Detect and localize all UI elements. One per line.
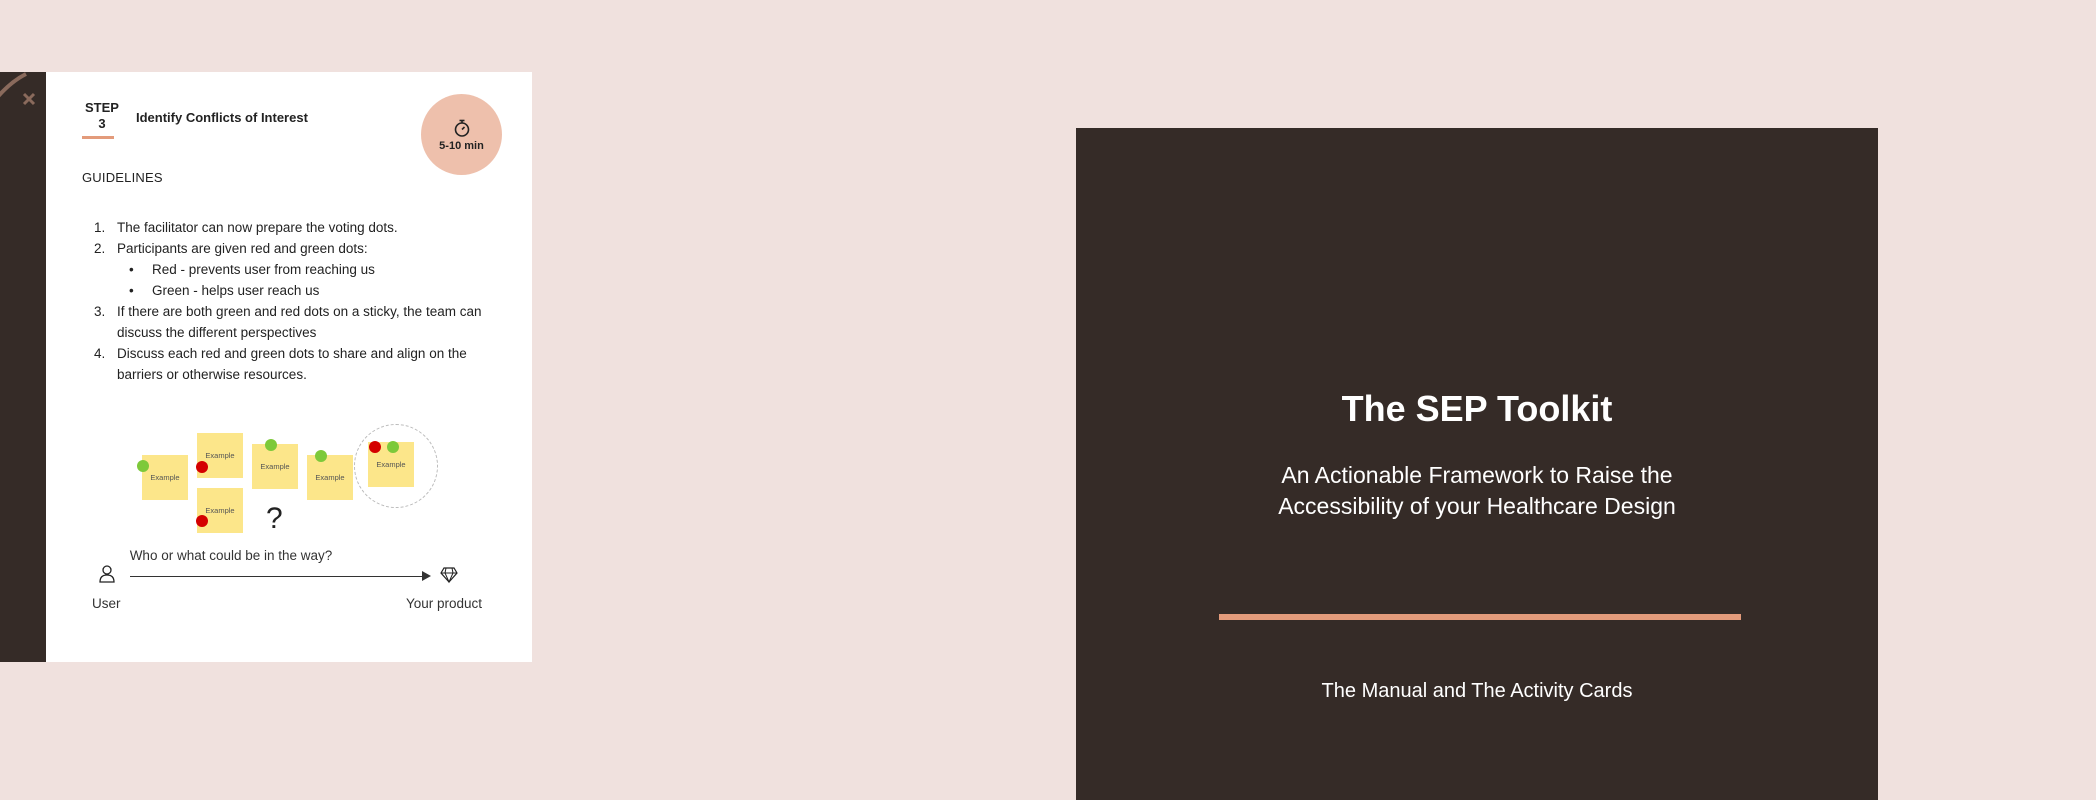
journey-arrow [130, 576, 424, 577]
green-dot [315, 450, 327, 462]
guidelines-heading: GUIDELINES [82, 170, 163, 185]
cross-decoration-icon [0, 72, 36, 106]
green-dot [265, 439, 277, 451]
guidelines-list: 1. The facilitator can now prepare the v… [82, 217, 482, 385]
question-text: Who or what could be in the way? [129, 548, 333, 563]
step-underline [82, 136, 114, 139]
sub-list-item: • Red - prevents user from reaching us [129, 262, 375, 277]
product-label: Your product [406, 596, 483, 611]
list-item: 2. Participants are given red and green … [94, 241, 368, 256]
accent-bar [1219, 614, 1741, 620]
sticky-note: Example [307, 455, 353, 500]
cover-footer: The Manual and The Activity Cards [1321, 680, 1633, 702]
step-number: 3 [98, 116, 106, 131]
red-dot [369, 441, 381, 453]
toolkit-cover: The SEP Toolkit An Actionable Framework … [1076, 128, 1878, 800]
green-dot [137, 460, 149, 472]
cover-subtitle: An Actionable Framework to Raise the Acc… [1278, 462, 1676, 519]
duration-text: 5-10 min [439, 139, 484, 152]
question-mark: ? [266, 502, 283, 535]
duration-badge: 5-10 min [421, 94, 502, 175]
step-label: STEP 3 [82, 100, 122, 132]
sub-list-item: • Green - helps user reach us [129, 283, 320, 298]
list-item: 1. The facilitator can now prepare the v… [94, 220, 398, 235]
green-dot [387, 441, 399, 453]
step-title: Identify Conflicts of Interest [136, 110, 308, 125]
cover-title: The SEP Toolkit [1341, 388, 1613, 429]
red-dot [196, 515, 208, 527]
highlight-circle [354, 424, 438, 508]
diamond-icon [440, 567, 458, 584]
sticky-note: Example [252, 444, 298, 489]
activity-card: STEP 3 Identify Conflicts of Interest 5-… [46, 72, 532, 662]
red-dot [196, 461, 208, 473]
list-item: 4. Discuss each red and green dots to sh… [94, 346, 467, 382]
user-label: User [92, 596, 121, 611]
arrow-head [422, 571, 431, 581]
user-icon [99, 565, 115, 583]
list-item: 3. If there are both green and red dots … [94, 304, 482, 340]
card-stack-edge [0, 72, 46, 662]
stopwatch-icon [454, 119, 469, 137]
sticky-note: Example [142, 455, 188, 500]
